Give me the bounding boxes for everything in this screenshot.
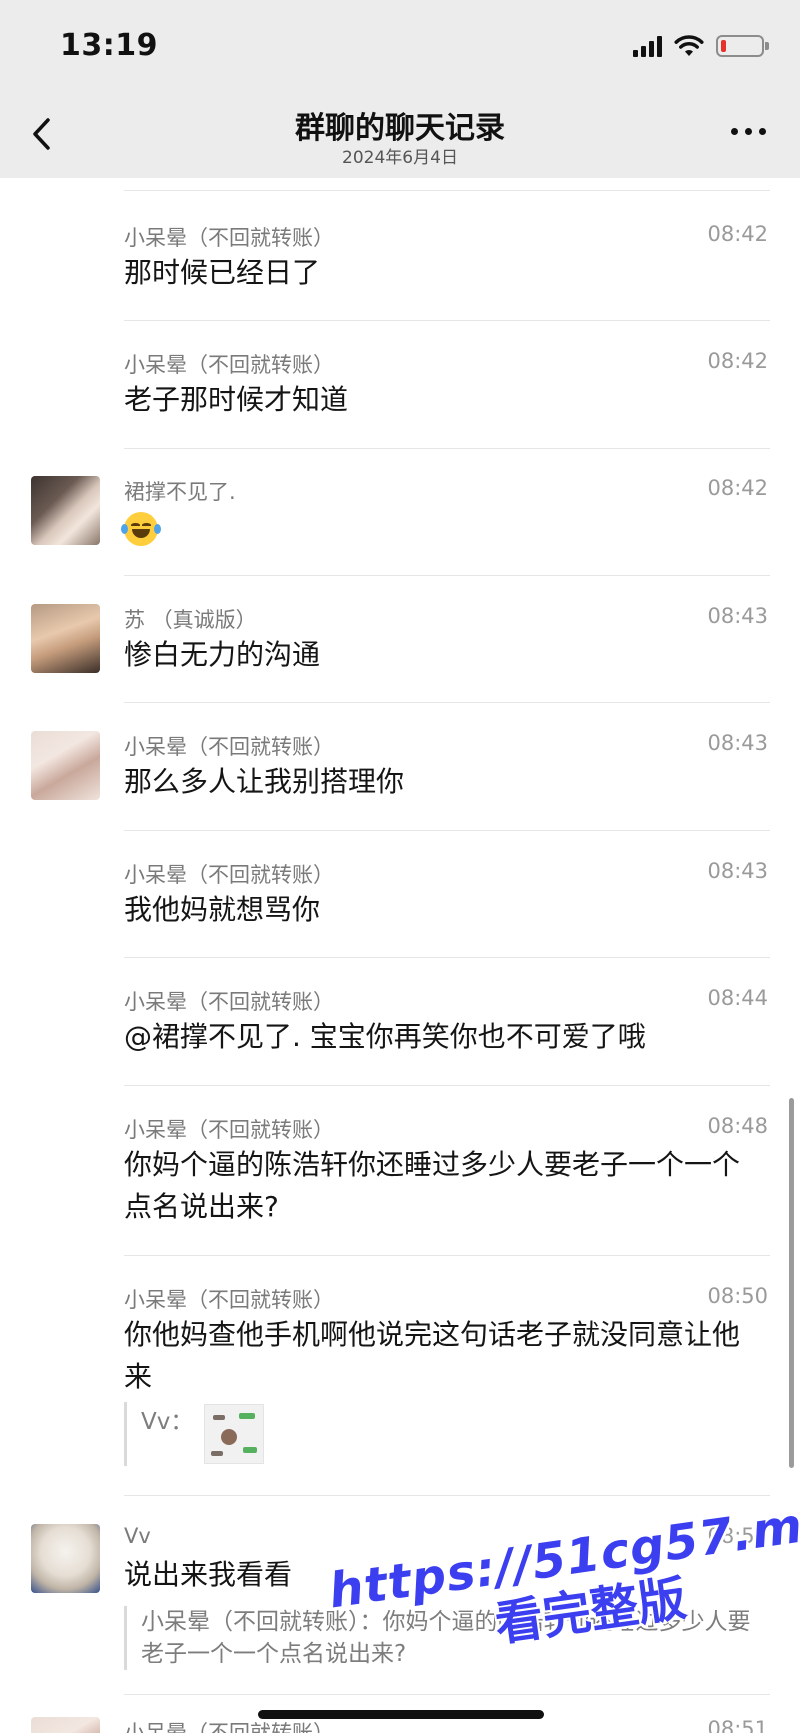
image-thumbnail[interactable]	[204, 1404, 264, 1464]
sender-name: 小呆晕（不回就转账）	[124, 1288, 334, 1312]
message-time: 08:43	[707, 859, 768, 883]
message-text: 那么多人让我别搭理你	[124, 765, 405, 798]
divider	[124, 1495, 770, 1496]
divider	[124, 448, 770, 449]
scrollbar[interactable]	[789, 1098, 794, 1468]
quote-author: Vv：	[141, 1409, 194, 1435]
sender-name: 小呆晕（不回就转账）	[124, 990, 334, 1014]
sender-name: Vv	[124, 1524, 151, 1548]
message-time: 08:43	[707, 604, 768, 628]
message-time: 08:48	[707, 1114, 768, 1138]
avatar[interactable]	[31, 604, 100, 673]
quoted-image[interactable]: Vv：	[124, 1402, 274, 1466]
page-title: 群聊的聊天记录	[295, 111, 505, 146]
message-time: 08:42	[707, 222, 768, 246]
sender-name: 小呆晕（不回就转账）	[124, 1721, 334, 1733]
sender-name: 小呆晕（不回就转账）	[124, 735, 334, 759]
page-date: 2024年6月4日	[342, 148, 458, 168]
message-text: 惨白无力的沟通	[124, 638, 321, 671]
status-time: 13:19	[60, 28, 158, 63]
avatar[interactable]	[31, 731, 100, 800]
sender-name: 小呆晕（不回就转账）	[124, 863, 334, 887]
sender-name: 小呆晕（不回就转账）	[124, 353, 334, 377]
divider	[124, 1694, 770, 1695]
message-text: 你妈个逼的陈浩轩你还睡过多少人要老子一个一个点名说出来?	[124, 1148, 741, 1223]
top-bar: 13:19 群聊的聊天记录 2024年6月4日	[0, 0, 800, 178]
message-text: 我他妈就想骂你	[124, 893, 321, 926]
message-text: 你他妈查他手机啊他说完这句话老子就没同意让他来	[124, 1318, 741, 1393]
message-time: 08:43	[707, 731, 768, 755]
message-time: 08:50	[707, 1284, 768, 1308]
divider	[124, 1255, 770, 1256]
divider	[124, 1085, 770, 1086]
status-icons	[633, 34, 769, 58]
divider	[124, 575, 770, 576]
divider	[124, 957, 770, 958]
message-time: 08:42	[707, 349, 768, 373]
message-time: 08:42	[707, 476, 768, 500]
avatar[interactable]	[31, 476, 100, 545]
laughing-crying-emoji-icon	[121, 512, 161, 546]
message-emoji	[121, 512, 760, 558]
divider	[124, 830, 770, 831]
battery-level-fill	[721, 40, 726, 52]
wifi-icon	[674, 35, 704, 56]
home-indicator[interactable]	[258, 1710, 544, 1719]
cellular-signal-icon	[633, 35, 662, 57]
sender-name: 裙撑不见了.	[124, 480, 236, 504]
message-text: 那时候已经日了	[124, 256, 321, 289]
message-time: 08:44	[707, 986, 768, 1010]
more-options-icon[interactable]	[731, 128, 766, 135]
message-text: @裙撑不见了. 宝宝你再笑你也不可爱了哦	[124, 1020, 646, 1053]
message-list[interactable]: 小呆晕（不回就转账） 08:42 那时候已经日了 小呆晕（不回就转账） 08:4…	[0, 178, 800, 1733]
sender-name: 小呆晕（不回就转账）	[124, 226, 334, 250]
avatar[interactable]	[31, 1717, 100, 1733]
message-time: 08:51	[707, 1717, 768, 1733]
avatar[interactable]	[31, 1524, 100, 1593]
divider	[124, 320, 770, 321]
sender-name: 苏 （真诚版）	[124, 608, 257, 632]
sender-name: 小呆晕（不回就转账）	[124, 1118, 334, 1142]
divider	[124, 190, 770, 191]
divider	[124, 702, 770, 703]
message-text: 老子那时候才知道	[124, 383, 349, 416]
battery-icon	[716, 35, 769, 57]
